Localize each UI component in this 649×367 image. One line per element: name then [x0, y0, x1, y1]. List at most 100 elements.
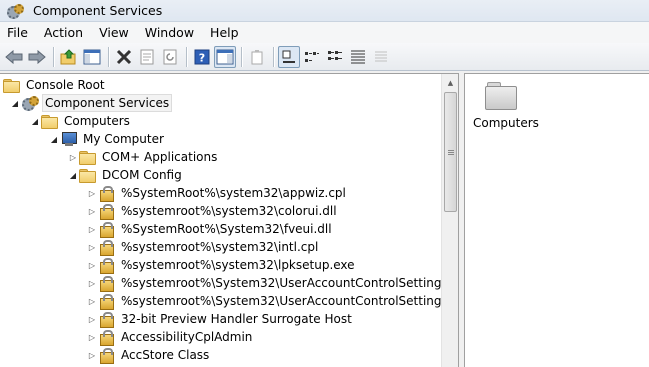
tree-node[interactable]: ▷ %systemroot%\system32\intl.cpl: [87, 238, 320, 256]
dcom-app-icon: [97, 185, 115, 202]
list-view-icon: [328, 50, 342, 60]
export-list-button[interactable]: [246, 46, 268, 68]
tree-node[interactable]: ▷ %systemroot%\System32\UserAccountContro…: [87, 274, 441, 292]
help-button[interactable]: ?: [191, 46, 213, 68]
tree-node-label: %SystemRoot%\System32\fveui.dll: [121, 222, 332, 236]
tree-node-label: %SystemRoot%\system32\appwiz.cpl: [121, 186, 346, 200]
expand-arrow-icon[interactable]: ▷: [87, 220, 97, 238]
refresh-button[interactable]: [159, 46, 181, 68]
collapse-arrow-icon[interactable]: ◢: [68, 166, 78, 184]
title-bar: Component Services: [0, 0, 649, 22]
large-icons-icon: [282, 50, 295, 63]
scroll-up-icon[interactable]: ▲: [442, 74, 459, 91]
collapse-arrow-icon[interactable]: ◢: [10, 94, 20, 112]
export-icon: [251, 49, 263, 64]
expand-arrow-icon[interactable]: ▷: [87, 292, 97, 310]
tree-node[interactable]: ▷ %SystemRoot%\system32\appwiz.cpl: [87, 184, 348, 202]
tree-node-label: Console Root: [26, 78, 105, 92]
menu-action[interactable]: Action: [36, 22, 91, 43]
toolbar-separator: [186, 46, 187, 67]
configure-button[interactable]: [370, 46, 392, 68]
dcom-app-icon: [97, 257, 115, 274]
tree-node[interactable]: ▷ COM+ Applications: [68, 148, 219, 166]
properties-button[interactable]: [136, 46, 158, 68]
menu-help[interactable]: Help: [202, 22, 247, 43]
results-pane: Computers: [464, 73, 649, 367]
folder-icon: [2, 77, 20, 93]
console-tree-pane: Console Root ◢ Component Services ◢ Computer…: [0, 73, 459, 367]
toolbar-separator: [273, 46, 274, 67]
expand-arrow-icon[interactable]: ▷: [87, 238, 97, 256]
show-hide-action-pane-icon: [216, 49, 234, 64]
tree-node[interactable]: ▷ %systemroot%\system32\colorui.dll: [87, 202, 339, 220]
dcom-app-icon: [97, 203, 115, 220]
toolbar-separator: [53, 46, 54, 67]
back-icon: [5, 49, 23, 64]
tree-node[interactable]: ▷ %systemroot%\system32\lpksetup.exe: [87, 256, 357, 274]
expand-arrow-icon[interactable]: ▷: [87, 184, 97, 202]
up-one-level-button[interactable]: [58, 46, 80, 68]
computer-icon: [59, 131, 77, 147]
toolbar: ?: [0, 43, 649, 71]
expand-arrow-icon[interactable]: ▷: [87, 274, 97, 292]
help-icon: ?: [194, 49, 210, 64]
tree-node[interactable]: ◢ My Computer: [49, 130, 166, 148]
tree-node[interactable]: Console Root: [2, 76, 107, 94]
expand-arrow-icon[interactable]: ▷: [87, 256, 97, 274]
tree-node[interactable]: ◢ Computers: [30, 112, 132, 130]
delete-icon: [116, 49, 132, 64]
tree-node-label: %systemroot%\System32\UserAccountControl…: [121, 294, 441, 308]
tree-node-label: Component Services: [42, 94, 173, 112]
expand-arrow-icon[interactable]: ▷: [87, 346, 97, 364]
back-button[interactable]: [3, 46, 25, 68]
tree-node[interactable]: ▷ AccStore Class: [87, 346, 211, 364]
expand-arrow-icon[interactable]: ▷: [87, 310, 97, 328]
delete-button[interactable]: [113, 46, 135, 68]
tree-node-label: COM+ Applications: [102, 150, 218, 164]
menu-view[interactable]: View: [91, 22, 137, 43]
collapse-arrow-icon[interactable]: ◢: [30, 112, 40, 130]
expand-arrow-icon[interactable]: ▷: [87, 202, 97, 220]
collapse-arrow-icon[interactable]: ◢: [49, 130, 59, 148]
show-hide-action-pane-button[interactable]: [214, 45, 236, 68]
toolbar-separator: [241, 46, 242, 67]
tree-node[interactable]: ▷ %systemroot%\System32\UserAccountContro…: [87, 292, 441, 310]
tree-node[interactable]: ◢ DCOM Config: [68, 166, 184, 184]
folder-icon: [78, 167, 96, 183]
tree-node-label: AccStore Class: [121, 348, 210, 362]
tree-node-label: DCOM Config: [102, 168, 182, 182]
folder-icon: [40, 113, 58, 129]
forward-button[interactable]: [26, 46, 48, 68]
expand-arrow-icon[interactable]: ▷: [68, 148, 78, 166]
list-view-button[interactable]: [324, 46, 346, 68]
svg-text:?: ?: [199, 51, 205, 64]
tree-node[interactable]: ▷ %SystemRoot%\System32\fveui.dll: [87, 220, 334, 238]
dcom-app-icon: [97, 311, 115, 328]
scroll-thumb[interactable]: [444, 92, 457, 212]
component-services-icon: [20, 95, 39, 111]
tree-node-label: 32-bit Preview Handler Surrogate Host: [121, 312, 352, 326]
tree-node[interactable]: ▷ AccessibilityCplAdmin: [87, 328, 254, 346]
menu-window[interactable]: Window: [137, 22, 202, 43]
dcom-app-icon: [97, 293, 115, 310]
detail-view-button[interactable]: [347, 46, 369, 68]
tree-node-label: %systemroot%\system32\intl.cpl: [121, 240, 319, 254]
tree-node[interactable]: ▷ 32-bit Preview Handler Surrogate Host: [87, 310, 354, 328]
dcom-app-icon: [97, 329, 115, 346]
dcom-app-icon: [97, 347, 115, 364]
component-services-icon: [5, 3, 24, 19]
small-icons-button[interactable]: [301, 46, 323, 68]
dcom-app-icon: [97, 239, 115, 256]
tree-node[interactable]: ◢ Component Services: [10, 94, 173, 112]
tree-node-label: %systemroot%\System32\UserAccountControl…: [121, 276, 441, 290]
console-tree: Console Root ◢ Component Services ◢ Computer…: [0, 74, 441, 367]
tree-node-label: My Computer: [83, 132, 164, 146]
configure-icon: [375, 51, 387, 61]
tree-node-label: AccessibilityCplAdmin: [121, 330, 253, 344]
tree-vertical-scrollbar[interactable]: ▲: [441, 74, 458, 367]
large-icons-button[interactable]: [278, 45, 300, 68]
expand-arrow-icon[interactable]: ▷: [87, 328, 97, 346]
menu-bar: File Action View Window Help: [0, 22, 649, 43]
show-hide-console-tree-button[interactable]: [81, 46, 103, 68]
menu-file[interactable]: File: [0, 22, 36, 43]
